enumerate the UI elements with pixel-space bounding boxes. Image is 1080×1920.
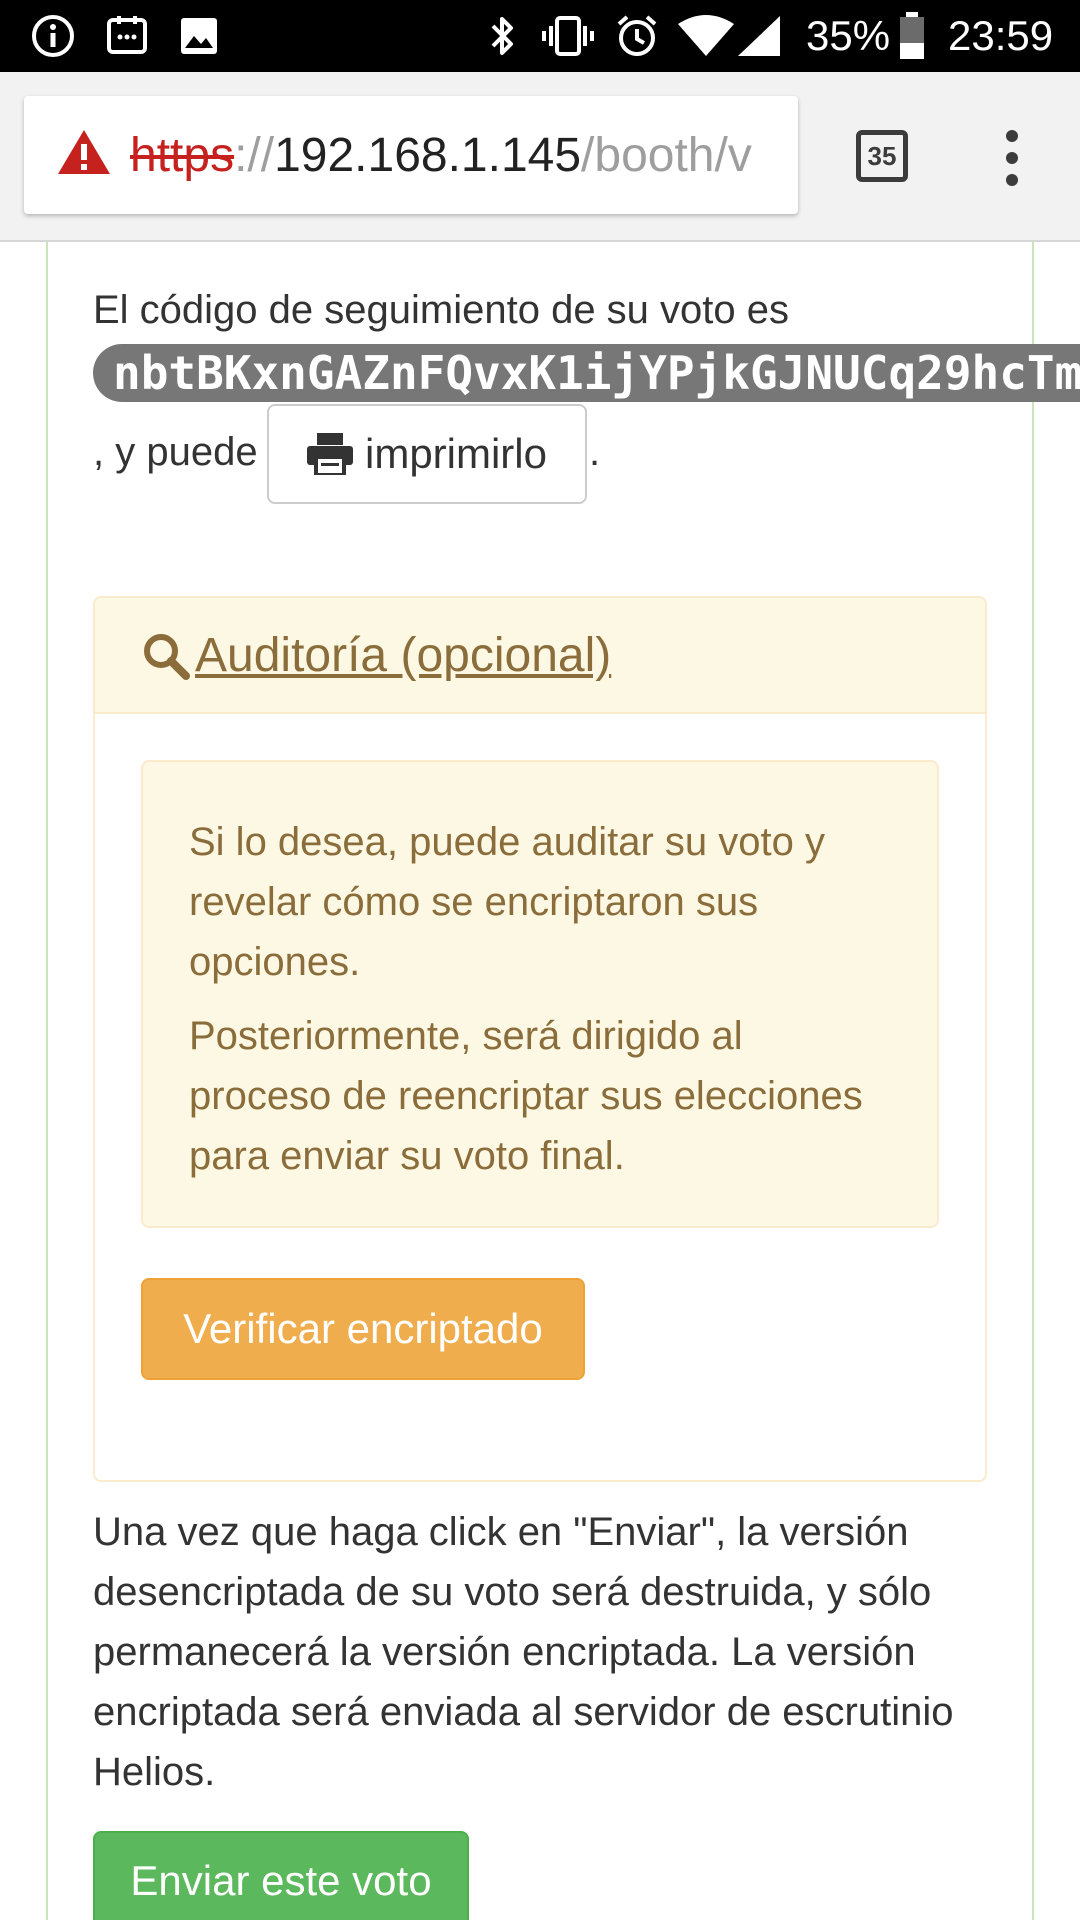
print-button-label: imprimirlo [365,430,547,477]
submit-notice-text: Una vez que haga click en "Enviar", la v… [93,1510,954,1794]
status-bar: 35% 23:59 [0,0,1080,72]
url-scheme: https [130,129,235,182]
browser-menu-button[interactable] [992,130,1032,186]
audit-paragraph-1: Si lo desea, puede auditar su voto y rev… [189,820,825,984]
tab-switcher-button[interactable]: 35 [856,130,908,182]
alarm-icon [614,14,660,58]
send-vote-button[interactable]: Enviar este voto [93,1831,469,1920]
menu-dot-icon [1006,130,1018,142]
search-icon [144,634,190,680]
address-bar[interactable]: https://192.168.1.145/booth/v [24,96,798,214]
browser-toolbar: https://192.168.1.145/booth/v 35 [0,72,1080,242]
info-icon [30,14,76,58]
audit-title: Auditoría (opcional) [195,629,612,682]
security-warning-icon[interactable] [56,128,112,181]
audit-panel-header: Auditoría (opcional) [95,598,985,714]
verify-encryption-button[interactable]: Verificar encriptado [141,1278,585,1380]
bluetooth-icon [484,14,520,58]
battery-percent: 35% [806,12,891,59]
print-button[interactable]: imprimirlo [267,404,587,504]
url-text: https://192.168.1.145/booth/v [130,128,752,184]
audit-panel: Auditoría (opcional) Si lo desea, puede … [93,596,987,1482]
tracking-code-badge: nbtBKxnGAZnFQvxK1ijYPjkGJNUCq29hcTml [93,344,1080,402]
screenshot-icon [104,14,150,58]
url-separator: :// [234,129,275,182]
tab-count: 35 [867,140,897,171]
menu-dot-icon [1006,152,1018,164]
signal-icon [734,14,784,58]
print-prefix-text: , y puede [93,430,258,474]
battery-icon [896,12,928,59]
wifi-icon [676,14,736,58]
vibrate-icon [540,14,596,58]
print-icon [307,433,353,475]
audit-info-alert: Si lo desea, puede auditar su voto y rev… [141,760,939,1228]
audit-toggle-link[interactable]: Auditoría (opcional) [141,628,611,684]
image-icon [176,14,222,58]
tracking-intro-text: El código de seguimiento de su voto es [93,288,789,332]
audit-paragraph-2: Posteriormente, será dirigido al proceso… [189,1014,863,1178]
print-suffix-text: . [589,430,601,474]
clock: 23:59 [948,12,1054,59]
url-host: 192.168.1.145 [274,129,582,182]
url-path: /booth/v [581,129,752,182]
menu-dot-icon [1006,174,1018,186]
